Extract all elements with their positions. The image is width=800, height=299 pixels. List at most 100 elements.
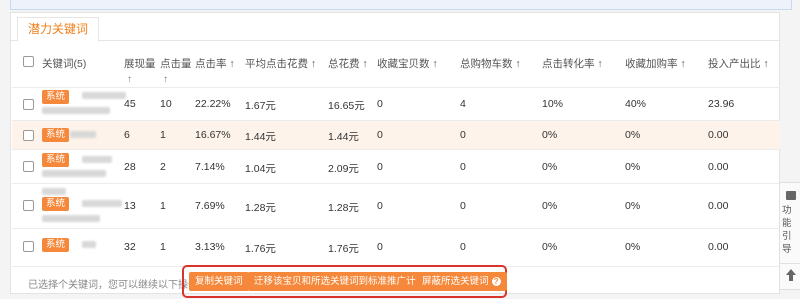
cell-total-cost: 1.28元 xyxy=(328,202,359,214)
col-clicks[interactable]: 点击量 xyxy=(160,56,192,71)
system-tag: 系统 xyxy=(42,128,70,142)
col-conversion[interactable]: 点击转化率 ↑ xyxy=(542,56,603,71)
cell-fav-add-rate: 40% xyxy=(625,98,647,110)
cell-fav-add-rate: 0% xyxy=(625,161,641,173)
cell-total-cost: 1.76元 xyxy=(328,243,359,255)
cell-clicks: 10 xyxy=(160,98,172,110)
cell-ctr: 16.67% xyxy=(195,129,231,141)
redacted-keyword xyxy=(42,188,66,195)
cell-roi: 0.00 xyxy=(708,241,729,253)
cell-conversion: 0% xyxy=(542,241,558,253)
cell-impressions: 32 xyxy=(124,241,136,253)
select-all-checkbox[interactable] xyxy=(23,56,34,67)
book-icon xyxy=(786,191,796,200)
cell-impressions: 45 xyxy=(124,98,136,110)
cell-roi: 0.00 xyxy=(708,161,729,173)
cell-impressions: 6 xyxy=(124,129,130,141)
redacted-keyword xyxy=(42,215,100,222)
table-row: 系统 13 1 7.69% 1.28元 1.28元 0 0 0% 0% 0.00 xyxy=(12,183,780,228)
cell-cart-total: 0 xyxy=(460,241,466,253)
redacted-keyword xyxy=(70,131,96,138)
col-fav-items[interactable]: 收藏宝贝数 ↑ xyxy=(377,56,438,71)
cell-cart-total: 0 xyxy=(460,129,466,141)
cell-impressions: 28 xyxy=(124,161,136,173)
tab-potential-keywords[interactable]: 潜力关键词 xyxy=(17,17,100,42)
cell-fav-items: 0 xyxy=(377,161,383,173)
cell-roi: 23.96 xyxy=(708,98,735,110)
col-avg-cpc[interactable]: 平均点击花费 ↑ xyxy=(245,56,316,71)
cell-total-cost: 1.44元 xyxy=(328,131,359,143)
cell-ctr: 7.69% xyxy=(195,200,225,212)
system-tag: 系统 xyxy=(42,153,70,167)
col-impressions[interactable]: 展现量 xyxy=(124,56,156,71)
block-keywords-button[interactable]: 屏蔽所选关键词? xyxy=(416,272,507,291)
redacted-keyword xyxy=(82,241,96,248)
cell-avg-cpc: 1.04元 xyxy=(245,163,276,175)
cell-total-cost: 2.09元 xyxy=(328,163,359,175)
redacted-keyword xyxy=(42,170,106,177)
cell-clicks: 1 xyxy=(160,129,166,141)
table-row: 系统 28 2 7.14% 1.04元 2.09元 0 0 0% 0% 0.00 xyxy=(12,149,780,183)
divider xyxy=(780,263,800,264)
migrate-to-standard-plan-button[interactable]: 迁移该宝贝和所选关键词到标准推广计划 xyxy=(248,272,432,291)
cell-ctr: 3.13% xyxy=(195,241,225,253)
cell-roi: 0.00 xyxy=(708,129,729,141)
cell-fav-add-rate: 0% xyxy=(625,129,641,141)
redacted-keyword xyxy=(82,200,122,207)
cell-avg-cpc: 1.44元 xyxy=(245,131,276,143)
potential-keywords-panel: 潜力关键词 关键词(5) 展现量 ↑ 点击量 ↑ 点击率 ↑ 平均点击花费 ↑ … xyxy=(10,12,780,298)
cell-ctr: 7.14% xyxy=(195,161,225,173)
cell-clicks: 1 xyxy=(160,200,166,212)
row-checkbox[interactable] xyxy=(23,161,34,172)
cell-fav-items: 0 xyxy=(377,241,383,253)
cell-fav-items: 0 xyxy=(377,129,383,141)
cell-fav-items: 0 xyxy=(377,200,383,212)
cell-impressions: 13 xyxy=(124,200,136,212)
feature-guide-widget[interactable]: 功能引导 xyxy=(779,182,800,290)
redacted-keyword xyxy=(42,107,110,114)
cell-cart-total: 0 xyxy=(460,200,466,212)
row-checkbox[interactable] xyxy=(23,130,34,141)
cell-fav-items: 0 xyxy=(377,98,383,110)
system-tag: 系统 xyxy=(42,197,70,211)
feature-guide-label: 功能引导 xyxy=(782,205,792,255)
cell-fav-add-rate: 0% xyxy=(625,241,641,253)
cell-ctr: 22.22% xyxy=(195,98,231,110)
cell-conversion: 0% xyxy=(542,129,558,141)
block-keywords-label: 屏蔽所选关键词 xyxy=(422,276,489,287)
cell-cart-total: 0 xyxy=(460,161,466,173)
col-clicks-sort-icon[interactable]: ↑ xyxy=(163,74,168,85)
cell-conversion: 0% xyxy=(542,200,558,212)
help-icon[interactable]: ? xyxy=(491,277,501,286)
col-cart-total[interactable]: 总购物车数 ↑ xyxy=(460,56,521,71)
copy-keywords-button[interactable]: 复制关键词 xyxy=(189,272,249,291)
col-total-cost[interactable]: 总花费 ↑ xyxy=(328,56,368,71)
cell-total-cost: 16.65元 xyxy=(328,100,365,112)
redacted-keyword xyxy=(82,156,112,163)
cell-cart-total: 4 xyxy=(460,98,466,110)
cell-roi: 0.00 xyxy=(708,200,729,212)
col-ctr[interactable]: 点击率 ↑ xyxy=(195,56,235,71)
cell-avg-cpc: 1.76元 xyxy=(245,243,276,255)
system-tag: 系统 xyxy=(42,238,70,252)
table-row: 系统 45 10 22.22% 1.67元 16.65元 0 4 10% 40%… xyxy=(12,87,780,120)
cell-fav-add-rate: 0% xyxy=(625,200,641,212)
table-row: 系统 6 1 16.67% 1.44元 1.44元 0 0 0% 0% 0.00 xyxy=(12,120,780,149)
cell-avg-cpc: 1.28元 xyxy=(245,202,276,214)
col-fav-add-rate[interactable]: 收藏加购率 ↑ xyxy=(625,56,686,71)
col-keyword[interactable]: 关键词(5) xyxy=(42,56,86,71)
system-tag: 系统 xyxy=(42,90,70,104)
table-row: 系统 32 1 3.13% 1.76元 1.76元 0 0 0% 0% 0.00 xyxy=(12,228,780,266)
row-checkbox[interactable] xyxy=(23,99,34,110)
row-checkbox[interactable] xyxy=(23,200,34,211)
row-checkbox[interactable] xyxy=(23,241,34,252)
top-notice-bar xyxy=(10,0,792,10)
bulk-action-bar: 已选择个关键词，您可以继续以下操作： 复制关键词 迁移该宝贝和所选关键词到标准推… xyxy=(12,265,780,298)
col-impressions-sort-icon[interactable]: ↑ xyxy=(127,74,132,85)
cell-avg-cpc: 1.67元 xyxy=(245,100,276,112)
tab-bar: 潜力关键词 xyxy=(11,13,779,42)
cell-clicks: 2 xyxy=(160,161,166,173)
selection-hint: 已选择个关键词，您可以继续以下操作： xyxy=(28,280,208,291)
col-roi[interactable]: 投入产出比 ↑ xyxy=(708,56,769,71)
redacted-keyword xyxy=(82,92,126,99)
